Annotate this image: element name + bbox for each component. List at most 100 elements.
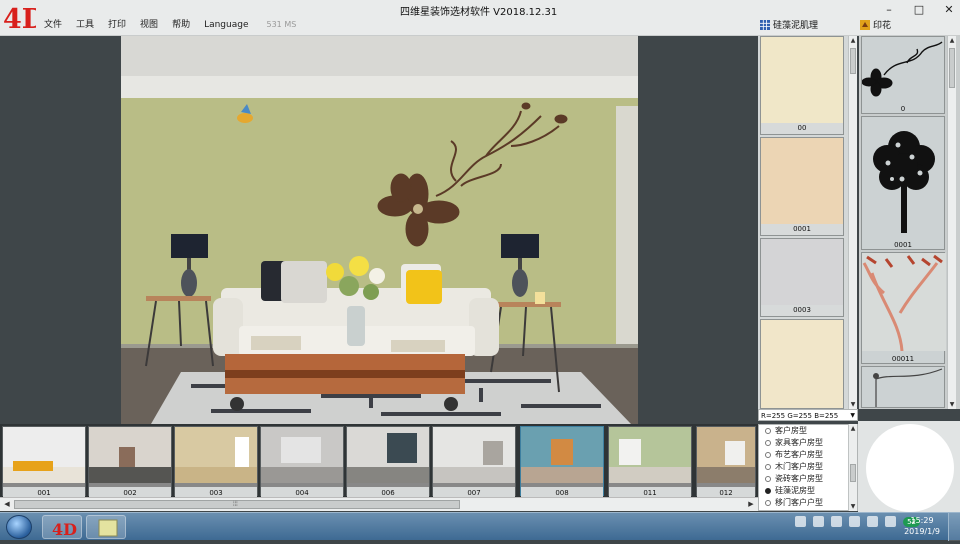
texture-tile[interactable] [760,319,844,409]
room-type-option[interactable]: 家具客户房型 [759,437,857,449]
app-window: 4D 四维星装饰选材软件 V2018.12.31 文件 工具 打印 视图 帮助 … [0,0,960,541]
room-type-label: 硅藻泥房型 [775,486,815,495]
radio-button[interactable] [765,500,771,506]
print-tile[interactable]: 0001 [861,116,945,250]
room-type-option[interactable]: 木门客户房型 [759,461,857,473]
rgb-value-text: R=255 G=255 B=255 [761,412,839,420]
print-label: 0001 [894,241,912,249]
print-tile[interactable]: 0 [861,36,945,114]
close-button[interactable]: ✕ [940,3,958,17]
print-label: 0 [900,105,906,113]
tray-volume-icon[interactable] [867,516,879,527]
scroll-down-arrow-icon[interactable]: ▼ [849,502,857,511]
menu-print[interactable]: 打印 [108,18,126,32]
texture-scrollbar[interactable]: ▲ ▼ [848,36,857,409]
tray-wifi-icon[interactable] [885,516,897,527]
radio-button[interactable] [765,452,771,458]
start-button[interactable] [6,515,32,539]
print-pattern-icon [860,19,870,30]
menu-language[interactable]: Language [204,18,248,32]
scroll-up-arrow-icon[interactable]: ▲ [849,36,857,45]
scroll-up-arrow-icon[interactable]: ▲ [948,36,956,45]
room-type-label: 木门客户房型 [775,462,823,471]
room-thumbnail[interactable]: 007 [432,426,516,499]
radio-button-selected[interactable] [765,488,771,494]
tray-check-icon[interactable] [831,516,843,527]
menu-tools[interactable]: 工具 [76,18,94,32]
room-thumbnail[interactable]: 002 [88,426,172,499]
room-thumbnail[interactable]: 004 [260,426,344,499]
room-thumbnail[interactable]: 011 [608,426,692,499]
room-thumbnail-image [521,427,603,483]
tree-icon [873,131,935,233]
color-preview-circle[interactable] [866,424,954,512]
scroll-left-arrow-icon[interactable]: ◀ [1,498,13,511]
room-render-canvas[interactable] [121,36,638,424]
flower-vine-icon [861,41,943,97]
room-thumbnail[interactable]: 001 [2,426,86,499]
radio-button[interactable] [765,428,771,434]
texture-label: 00 [761,123,843,134]
room-type-label: 客户房型 [775,426,807,435]
room-type-scrollbar[interactable]: ▲ ▼ [848,424,857,511]
menu-bar: 文件 工具 打印 视图 帮助 Language 531 MS [44,18,296,32]
scroll-right-arrow-icon[interactable]: ▶ [745,498,757,511]
taskbar-app-4d[interactable]: 4D [42,515,82,539]
thumbnail-scrollbar[interactable]: ◀ ⦙⦙⦙ ▶ [0,497,758,511]
show-desktop-button[interactable] [948,513,960,541]
room-type-label: 布艺客户房型 [775,450,823,459]
room-thumbnail[interactable]: 003 [174,426,258,499]
scroll-down-arrow-icon[interactable]: ▼ [948,400,956,409]
menu-file[interactable]: 文件 [44,18,62,32]
svg-text:4D: 4D [52,520,77,539]
scroll-thumb[interactable]: ⦙⦙⦙ [14,500,460,509]
texture-swatch [761,37,843,123]
tab-print-pattern[interactable]: 印花 [860,18,891,31]
scroll-thumb[interactable] [850,464,856,482]
room-type-option[interactable]: 硅藻泥房型 [759,485,857,497]
radio-button[interactable] [765,464,771,470]
tray-app-icon[interactable] [849,516,861,527]
tab-diatom-mud-texture[interactable]: 硅藻泥肌理 [760,18,818,31]
app-logo: 4D [3,4,36,32]
room-scene [121,36,638,424]
tray-network-icon[interactable] [795,516,807,527]
room-type-option[interactable]: 客户房型 [759,425,857,437]
window-controls: – □ ✕ [880,3,958,17]
tray-shield-icon[interactable] [813,516,825,527]
system-tray: 52 [795,516,920,527]
texture-tile[interactable]: 0001 [760,137,844,236]
taskbar-app-notes[interactable] [86,515,126,539]
radio-button[interactable] [765,440,771,446]
menu-help[interactable]: 帮助 [172,18,190,32]
room-thumbnail[interactable]: 012 [696,426,756,499]
room-type-option[interactable]: 瓷砖客户房型 [759,473,857,485]
room-type-label: 瓷砖客户房型 [775,474,823,483]
tab-diatom-mud-texture-label: 硅藻泥肌理 [773,21,819,31]
print-tile[interactable] [861,366,945,408]
print-scrollbar[interactable]: ▲ ▼ [947,36,956,409]
texture-tile[interactable]: 00 [760,36,844,135]
menu-view[interactable]: 视图 [140,18,158,32]
room-thumbnail-selected[interactable]: 008 [520,426,604,499]
minimize-button[interactable]: – [880,3,898,17]
texture-swatch [761,138,843,224]
scroll-thumb[interactable] [850,48,856,74]
texture-label: 0003 [761,305,843,316]
tab-print-pattern-label: 印花 [873,21,892,31]
texture-tile[interactable]: 0003 [760,238,844,317]
print-tile[interactable]: 00011 [861,252,946,364]
room-thumbnail[interactable]: 006 [346,426,430,499]
scroll-thumb[interactable] [949,48,955,88]
rgb-color-readout[interactable]: R=255 G=255 B=255 ▼ [758,409,858,421]
vine-icon [873,368,943,407]
radio-button[interactable] [765,476,771,482]
scroll-up-arrow-icon[interactable]: ▲ [849,424,857,433]
taskbar-clock[interactable]: 15:29 2019/1/9 [904,515,940,537]
chevron-down-icon[interactable]: ▼ [850,410,855,422]
scroll-down-arrow-icon[interactable]: ▼ [849,400,857,409]
room-type-option[interactable]: 布艺客户房型 [759,449,857,461]
room-thumbnail-image [609,427,691,483]
maximize-button[interactable]: □ [910,3,928,17]
room-type-option[interactable]: 移门客户户型 [759,497,857,509]
